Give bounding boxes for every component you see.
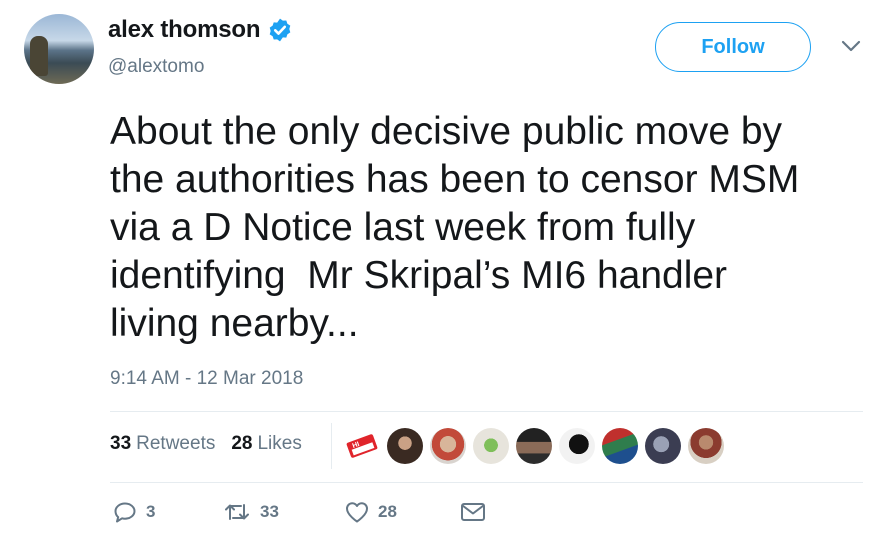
liker-avatar[interactable]: HI [344,428,380,464]
divider-bottom [110,482,863,483]
tweet-actions: 3 33 28 [112,500,486,524]
liker-avatar[interactable] [387,428,423,464]
liker-avatar[interactable] [645,428,681,464]
avatar-figure [30,36,48,76]
author-handle[interactable]: @alextomo [108,56,204,78]
author-name-row: alex thomson [108,16,293,44]
like-button[interactable]: 28 [344,500,460,524]
tweet-text: About the only decisive public move by t… [110,110,800,345]
liker-avatar[interactable] [473,428,509,464]
like-count: 28 [378,502,397,521]
retweets-label: Retweets [136,433,216,454]
reply-icon [114,502,136,523]
verified-badge-icon [270,18,291,42]
author-display-name[interactable]: alex thomson [108,16,261,44]
retweets-stat[interactable]: 33 Retweets [110,433,215,455]
liker-avatar[interactable] [688,428,724,464]
follow-button[interactable]: Follow [655,22,811,72]
retweet-button[interactable]: 33 [222,500,344,524]
author-avatar[interactable] [24,14,94,84]
liker-avatar[interactable] [602,428,638,464]
tweet-stats: 33 Retweets 28 Likes [110,433,318,455]
retweets-count: 33 [110,433,132,454]
hi-badge-icon: HI [346,434,378,458]
retweet-count: 33 [260,502,279,521]
likes-count: 28 [231,433,253,454]
reply-button[interactable]: 3 [112,500,222,524]
tweet-timestamp[interactable]: 9:14 AM - 12 Mar 2018 [110,368,303,390]
direct-message-button[interactable] [460,501,486,523]
liker-avatar[interactable] [559,428,595,464]
envelope-icon [461,503,485,521]
divider-top [110,411,863,412]
liker-avatar[interactable] [430,428,466,464]
reply-count: 3 [146,502,156,521]
likes-stat[interactable]: 28 Likes [231,433,302,455]
chevron-down-icon[interactable] [840,38,862,54]
retweet-icon [225,504,249,520]
heart-icon [346,502,368,523]
liker-avatar[interactable] [516,428,552,464]
likes-label: Likes [257,433,302,454]
stats-separator [331,423,332,469]
liker-avatars: HI [344,428,731,464]
